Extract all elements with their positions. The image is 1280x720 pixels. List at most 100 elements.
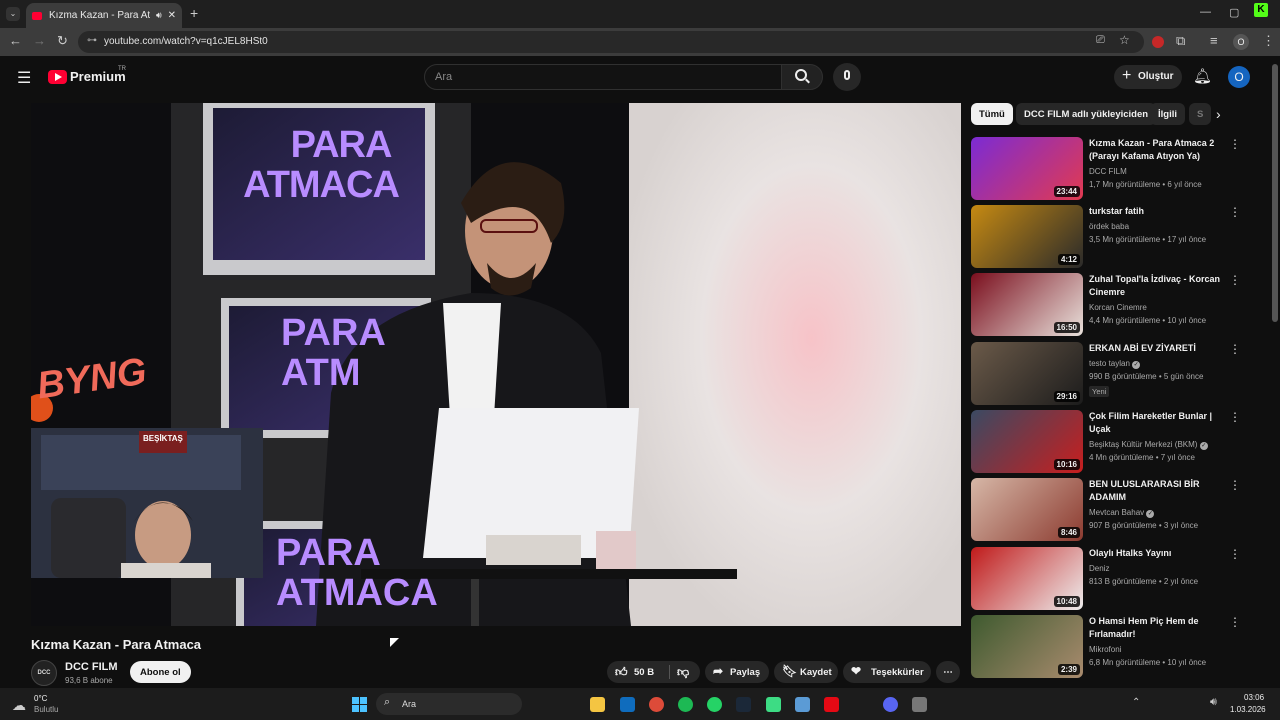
store-icon[interactable] <box>620 697 635 712</box>
discord-icon[interactable] <box>883 697 898 712</box>
recommendation-item[interactable]: 10:16 Çok Filim Hareketler Bunlar | Uçak B… <box>971 410 1261 474</box>
netflix-icon[interactable] <box>824 697 839 712</box>
more-options-icon[interactable]: ⋮ <box>1229 205 1241 219</box>
site-info-icon[interactable]: ⊶ <box>87 35 97 46</box>
subscribe-button[interactable]: Abone ol <box>130 661 191 683</box>
app-green-icon[interactable] <box>766 697 781 712</box>
install-icon[interactable]: ⎚ <box>1096 34 1105 47</box>
recommendation-channel[interactable]: testo taylan ✓ <box>1089 359 1141 369</box>
account-avatar[interactable]: O <box>1228 66 1250 88</box>
whatsapp-icon[interactable] <box>707 697 722 712</box>
chrome-icon[interactable] <box>649 697 664 712</box>
tray-chevron-icon[interactable]: ⌃ <box>1132 697 1140 708</box>
channel-name[interactable]: DCC FILM <box>65 661 118 673</box>
video-thumbnail[interactable]: 2:39 <box>971 615 1083 678</box>
page-scrollbar[interactable] <box>1272 64 1278 322</box>
video-player[interactable]: PARA ATMACA PARA ATM PARA ATMACA BYNG BE… <box>31 103 961 626</box>
recommendation-channel[interactable]: Mikrofoni <box>1089 645 1121 654</box>
spotify-icon[interactable] <box>678 697 693 712</box>
back-icon[interactable]: ← <box>9 34 22 48</box>
save-button[interactable]: 🔖︎ Kaydet <box>774 661 838 683</box>
recommendation-title[interactable]: Zuhal Topal'la İzdivaç - Korcan Cinemre <box>1089 273 1234 299</box>
steam-icon[interactable] <box>736 697 751 712</box>
search-input[interactable]: Ara <box>424 64 782 90</box>
forward-icon[interactable]: → <box>33 34 46 48</box>
tab-search-icon[interactable]: ⌄ <box>6 7 20 21</box>
channel-avatar[interactable]: DCC <box>31 660 57 686</box>
app-grey-icon[interactable] <box>912 697 927 712</box>
recommendation-title[interactable]: Çok Filim Hareketler Bunlar | Uçak <box>1089 410 1234 436</box>
more-options-icon[interactable]: ⋮ <box>1229 342 1241 356</box>
chips-next-icon[interactable]: › <box>1216 106 1221 122</box>
video-thumbnail[interactable]: 4:12 <box>971 205 1083 268</box>
weather-icon[interactable]: ☁︎ <box>12 697 26 714</box>
more-options-icon[interactable]: ⋮ <box>1229 478 1241 492</box>
video-thumbnail[interactable]: 23:44 <box>971 137 1083 200</box>
chip-next[interactable]: S <box>1189 103 1212 125</box>
video-thumbnail[interactable]: 8:46 <box>971 478 1083 541</box>
share-button[interactable]: ➦ Paylaş <box>705 661 769 683</box>
thanks-button[interactable]: ❤︎ Teşekkürler <box>843 661 931 683</box>
tab-close-icon[interactable]: ✕ <box>168 10 176 21</box>
recommendation-title[interactable]: turkstar fatih <box>1089 205 1234 218</box>
recommendation-item[interactable]: 10:48 Olaylı Htalks Yayını Deniz 813 B görü… <box>971 547 1261 611</box>
more-options-icon[interactable]: ⋮ <box>1229 273 1241 287</box>
recommendation-title[interactable]: BEN ULUSLARARASI BİR ADAMIM <box>1089 478 1234 504</box>
extension-red-icon[interactable] <box>1152 36 1164 48</box>
like-button[interactable]: 👍︎ <box>615 665 628 680</box>
minimize-icon[interactable]: — <box>1200 6 1211 18</box>
taskbar-search[interactable]: ⌕ Ara <box>376 693 522 715</box>
recommendation-channel[interactable]: Deniz <box>1089 564 1109 573</box>
more-options-icon[interactable]: ⋮ <box>1229 615 1241 629</box>
recommendation-item[interactable]: 8:46 BEN ULUSLARARASI BİR ADAMIM Mevtcan B… <box>971 478 1261 542</box>
chip-from-uploader[interactable]: DCC FILM adlı yükleyiciden <box>1016 103 1157 125</box>
video-thumbnail[interactable]: 29:16 <box>971 342 1083 405</box>
recommendation-channel[interactable]: Mevtcan Bahav ✓ <box>1089 508 1155 518</box>
youtube-header: ☰ Premium TR Ara + Oluştur 🔔︎ O <box>0 56 1280 100</box>
file-explorer-icon[interactable] <box>590 697 605 712</box>
recommendation-title[interactable]: O Hamsi Hem Piç Hem de Fırlamadır! <box>1089 615 1234 641</box>
hamburger-menu-icon[interactable]: ☰ <box>17 68 31 88</box>
notifications-bell-icon[interactable]: 🔔︎ <box>1193 67 1212 85</box>
dislike-button[interactable]: 👎︎ <box>677 665 689 680</box>
speaker-icon[interactable]: 🔊︎ <box>156 10 162 21</box>
search-button[interactable] <box>781 64 823 90</box>
more-options-icon[interactable]: ⋮ <box>1229 137 1241 151</box>
profile-icon[interactable]: O <box>1233 34 1249 50</box>
video-thumbnail[interactable]: 10:48 <box>971 547 1083 610</box>
recommendation-title[interactable]: ERKAN ABİ EV ZİYARETİ <box>1089 342 1234 355</box>
recommendation-channel[interactable]: Korcan Cinemre <box>1089 303 1147 312</box>
extensions-icon[interactable]: ⧉ <box>1176 34 1185 48</box>
recommendation-title[interactable]: Olaylı Htalks Yayını <box>1089 547 1234 560</box>
app-blue-icon[interactable] <box>795 697 810 712</box>
chip-all[interactable]: Tümü <box>971 103 1013 125</box>
voice-search-button[interactable] <box>833 63 861 91</box>
recommendation-item[interactable]: 16:50 Zuhal Topal'la İzdivaç - Korcan Cin… <box>971 273 1261 337</box>
address-bar[interactable]: ⊶ youtube.com/watch?v=q1cJEL8HSt0 ⎚ ☆ <box>78 31 1144 53</box>
reading-list-icon[interactable]: ≡ <box>1210 34 1218 48</box>
more-options-icon[interactable]: ⋮ <box>1229 547 1241 561</box>
recommendation-item[interactable]: 2:39 O Hamsi Hem Piç Hem de Fırlamadır! Mi… <box>971 615 1261 679</box>
chip-related[interactable]: İlgili <box>1150 103 1185 125</box>
volume-icon[interactable]: 🔊︎ <box>1210 696 1217 709</box>
browser-menu-icon[interactable]: ⋮ <box>1262 34 1275 48</box>
recommendation-item[interactable]: 4:12 turkstar fatih ördek baba 3,5 Mn görün… <box>971 205 1261 269</box>
more-options-icon[interactable]: ⋮ <box>1229 410 1241 424</box>
kick-extension-icon[interactable]: K <box>1254 3 1268 17</box>
bookmark-star-icon[interactable]: ☆ <box>1119 33 1130 47</box>
new-tab-icon[interactable]: + <box>190 5 198 21</box>
more-actions-button[interactable]: ⋯ <box>936 661 960 683</box>
recommendation-channel[interactable]: Beşiktaş Kültür Merkezi (BKM) ✓ <box>1089 440 1208 450</box>
windows-start-icon[interactable] <box>352 697 367 712</box>
reload-icon[interactable]: ↻ <box>57 34 68 48</box>
video-thumbnail[interactable]: 16:50 <box>971 273 1083 336</box>
maximize-icon[interactable]: ▢ <box>1229 6 1239 19</box>
recommendation-item[interactable]: 29:16 ERKAN ABİ EV ZİYARETİ testo taylan ✓… <box>971 342 1261 406</box>
tab-youtube[interactable]: Kızma Kazan - Para Atmaca 🔊︎ ✕ <box>26 3 182 28</box>
recommendation-item[interactable]: 23:44 Kızma Kazan - Para Atmaca 2 (Parayı… <box>971 137 1261 201</box>
recommendation-channel[interactable]: ördek baba <box>1089 222 1129 231</box>
recommendation-title[interactable]: Kızma Kazan - Para Atmaca 2 (Parayı Kafa… <box>1089 137 1234 163</box>
video-thumbnail[interactable]: 10:16 <box>971 410 1083 473</box>
create-button[interactable]: + Oluştur <box>1114 65 1182 89</box>
recommendation-channel[interactable]: DCC FILM <box>1089 167 1127 176</box>
